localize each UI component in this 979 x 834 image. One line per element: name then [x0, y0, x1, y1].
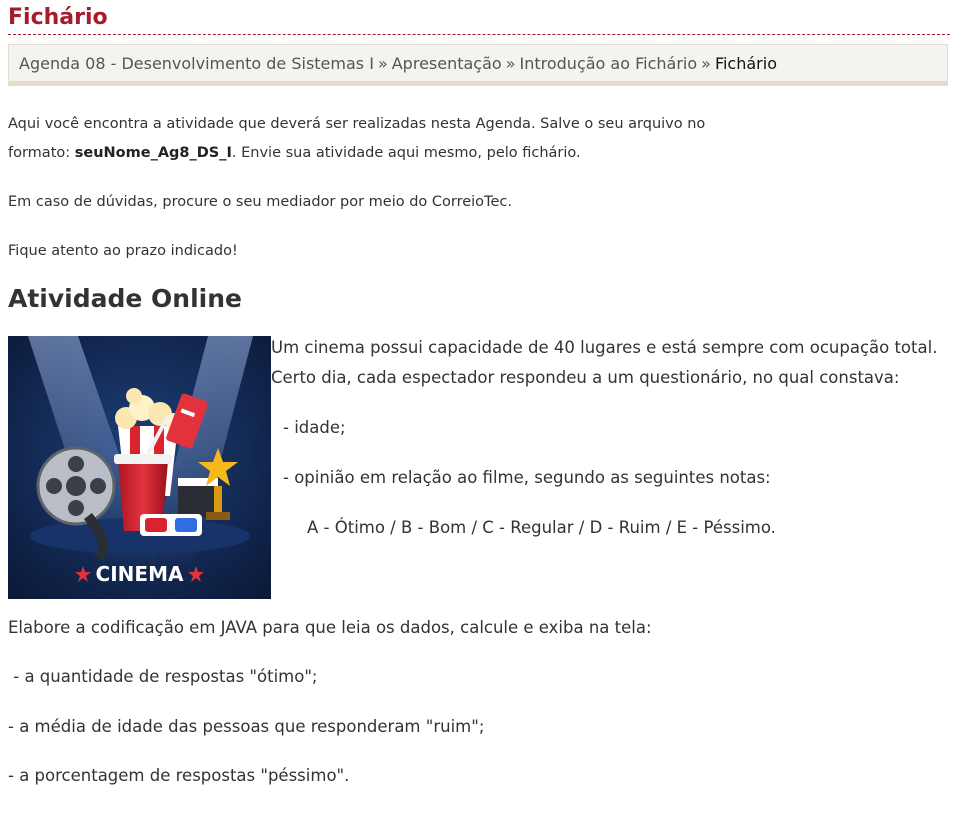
- intro-line-2-prefix: formato:: [8, 145, 75, 161]
- page-title: Fichário: [8, 0, 950, 35]
- intro-line-2: formato: seuNome_Ag8_DS_I. Envie sua ati…: [8, 139, 581, 168]
- item-opinion: - opinião em relação ao filme, segundo a…: [283, 468, 771, 487]
- requirement-2: - a média de idade das pessoas que respo…: [8, 717, 485, 736]
- requirement-3: - a porcentagem de respostas "péssimo".: [8, 766, 350, 785]
- statement-line-1: Um cinema possui capacidade de 40 lugare…: [271, 338, 938, 357]
- breadcrumb-separator: »: [377, 54, 388, 73]
- task-statement: Elabore a codificação em JAVA para que l…: [8, 618, 652, 637]
- requirement-1: - a quantidade de respostas "ótimo";: [8, 667, 318, 686]
- breadcrumb-link-apresentacao[interactable]: Apresentação: [392, 54, 502, 73]
- page-container: Fichário Agenda 08 - Desenvolvimento de …: [8, 0, 950, 785]
- grade-scale: A - Ótimo / B - Bom / C - Regular / D - …: [307, 518, 776, 537]
- breadcrumb-current: Fichário: [714, 54, 777, 73]
- breadcrumb-link-agenda[interactable]: Agenda 08 - Desenvolvimento de Sistemas …: [19, 54, 374, 73]
- section-heading: Atividade Online: [8, 284, 242, 313]
- item-age: - idade;: [283, 418, 346, 437]
- intro-line-2-suffix: . Envie sua atividade aqui mesmo, pelo f…: [231, 145, 581, 161]
- file-name-format: seuNome_Ag8_DS_I: [74, 145, 232, 161]
- breadcrumb-link-introducao[interactable]: Introdução ao Fichário: [520, 54, 698, 73]
- intro-deadline: Fique atento ao prazo indicado!: [8, 243, 238, 259]
- intro-doubts: Em caso de dúvidas, procure o seu mediad…: [8, 194, 512, 210]
- breadcrumb-separator: »: [505, 54, 516, 73]
- intro-line-1: Aqui você encontra a atividade que dever…: [8, 116, 706, 132]
- breadcrumb-separator: »: [701, 54, 711, 73]
- statement-line-2: Certo dia, cada espectador respondeu a u…: [271, 368, 900, 387]
- cinema-image-label: CINEMA: [96, 562, 184, 586]
- breadcrumb: Agenda 08 - Desenvolvimento de Sistemas …: [8, 44, 948, 86]
- cinema-image: CINEMA: [8, 336, 271, 599]
